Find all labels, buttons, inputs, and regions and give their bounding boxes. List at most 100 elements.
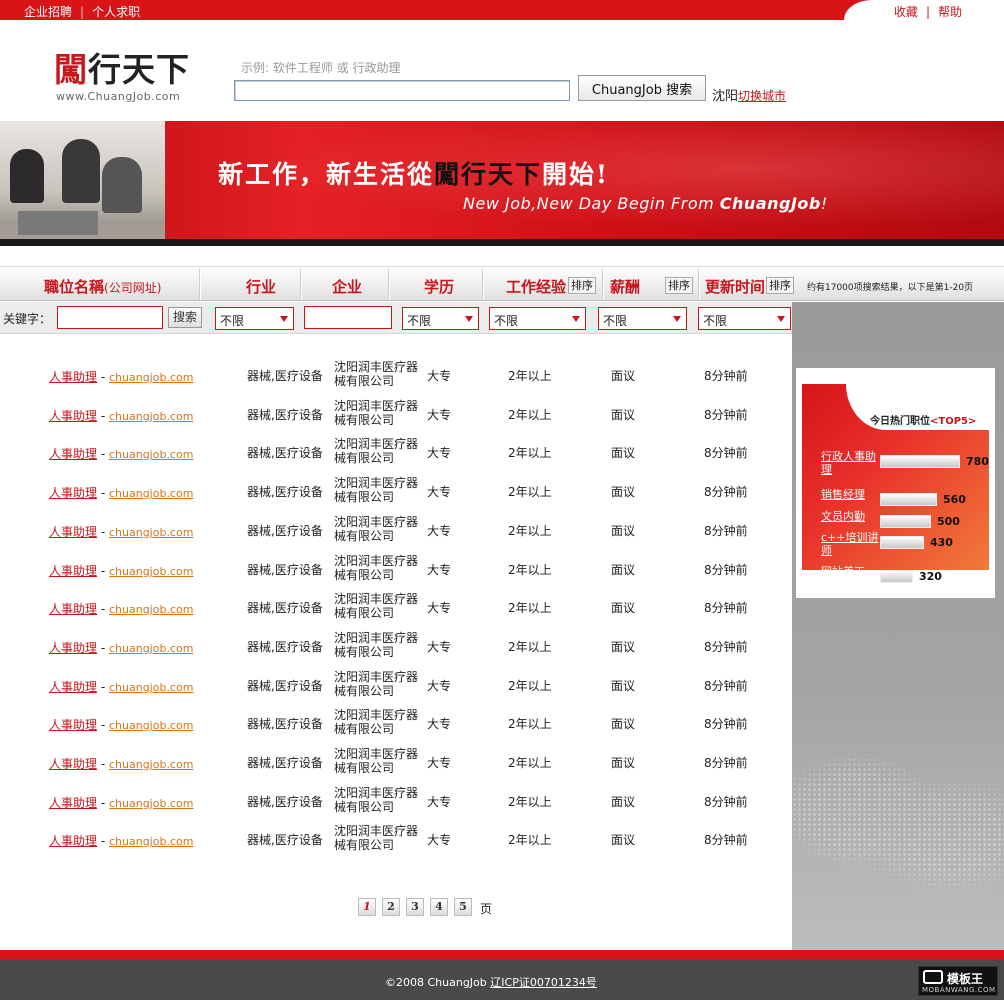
dash: - [97,524,109,539]
education-cell: 大专 [427,562,452,577]
col-title-sub: (公司网址) [104,281,162,295]
hot-job-link[interactable]: 销售经理 [821,488,879,501]
experience-cell: 2年以上 [508,369,552,383]
industry-cell: 器械,医疗设备 [247,446,323,461]
dropdown-arrow-icon [777,316,785,322]
city-name: 沈阳 [712,89,739,104]
page-1-button[interactable]: 1 [358,898,376,916]
job-row: 人事助理 - chuangjob.com 器械,医疗设备 沈阳润丰医疗器械有限公司大… [0,510,792,548]
keyword-label: 关键字： [3,312,52,326]
watermark-logo: 模板王 MOBANWANG.COM [918,966,998,996]
top-bar-left: 企业招聘 | 个人求职 [24,3,140,20]
updated-cell: 8分钟前 [704,833,748,848]
education-cell: 大专 [427,485,452,500]
job-title-link[interactable]: 人事助理 [49,680,97,694]
job-title-link[interactable]: 人事助理 [49,564,97,578]
experience-select[interactable]: 不限 [489,307,586,330]
icp-link[interactable]: 辽ICP证00701234号 [490,976,597,989]
company-site-link[interactable]: chuangjob.com [109,719,193,732]
education-cell: 大专 [427,833,452,848]
page-2-button[interactable]: 2 [382,898,400,916]
switch-city-link[interactable]: 切换城市 [738,89,786,103]
industry-cell: 器械,医疗设备 [247,794,323,809]
dash: - [97,718,109,733]
hero-banner: 新工作，新生活從闖行天下開始! New Job,New Day Begin Fr… [0,121,1004,246]
experience-cell: 2年以上 [508,601,552,616]
job-title-cell: 人事助理 - chuangjob.com [49,600,193,617]
page-4-button[interactable]: 4 [430,898,448,916]
hot-job-link[interactable]: c++培训讲师 [821,531,879,557]
col-divider [602,269,604,300]
company-site-link[interactable]: chuangjob.com [109,603,193,616]
company-site-link[interactable]: chuangjob.com [109,681,193,694]
pager-suffix: 页 [480,902,493,916]
help-link[interactable]: 帮助 [938,5,962,19]
company-input[interactable] [304,306,392,329]
hot-job-link[interactable]: 行政人事助理 [821,450,879,476]
col-title: 職位名稱(公司网址) [44,276,161,297]
job-title-link[interactable]: 人事助理 [49,602,97,616]
company-site-link[interactable]: chuangjob.com [109,835,193,848]
job-title-link[interactable]: 人事助理 [49,409,97,423]
sort-experience-button[interactable]: 排序 [568,277,596,294]
job-title-link[interactable]: 人事助理 [49,757,97,771]
keyword-input[interactable] [57,306,163,329]
top-bar: 企业招聘 | 个人求职 收藏 | 帮助 [0,0,1004,20]
personal-jobseek-link[interactable]: 个人求职 [92,5,140,19]
job-title-link[interactable]: 人事助理 [49,718,97,732]
company-site-link[interactable]: chuangjob.com [109,448,193,461]
updated-select[interactable]: 不限 [698,307,791,330]
select-value: 不限 [703,314,728,328]
job-title-link[interactable]: 人事助理 [49,525,97,539]
job-title-link[interactable]: 人事助理 [49,641,97,655]
company-site-link[interactable]: chuangjob.com [109,526,193,539]
job-title-cell: 人事助理 - chuangjob.com [49,445,193,462]
company-site-link[interactable]: chuangjob.com [109,758,193,771]
company-cell: 沈阳润丰医疗器械有限公司 [334,785,419,814]
company-site-link[interactable]: chuangjob.com [109,487,193,500]
company-site-link[interactable]: chuangjob.com [109,797,193,810]
keyword-search-button[interactable]: 搜索 [168,307,202,328]
job-row: 人事助理 - chuangjob.com 器械,医疗设备 沈阳润丰医疗器械有限公司大… [0,626,792,664]
enterprise-recruit-link[interactable]: 企业招聘 [24,5,72,19]
job-title-link[interactable]: 人事助理 [49,486,97,500]
dash: - [97,408,109,423]
job-row: 人事助理 - chuangjob.com 器械,医疗设备 沈阳润丰医疗器械有限公司大… [0,781,792,819]
job-title-link[interactable]: 人事助理 [49,834,97,848]
job-title-cell: 人事助理 - chuangjob.com [49,523,193,540]
site-logo[interactable]: 闖行天下 www.ChuangJob.com [54,50,214,106]
salary-select[interactable]: 不限 [598,307,687,330]
main-search-input[interactable] [234,80,570,101]
job-title-link[interactable]: 人事助理 [49,370,97,384]
dash: - [97,679,109,694]
experience-cell: 2年以上 [508,794,552,809]
education-select[interactable]: 不限 [402,307,479,330]
watermark-icon [923,970,943,984]
hot-job-link[interactable]: 文员内勤 [821,510,879,523]
top-bar-right: 收藏 | 帮助 [894,3,962,20]
sort-salary-button[interactable]: 排序 [665,277,693,294]
col-divider [388,269,390,300]
company-site-link[interactable]: chuangjob.com [109,642,193,655]
company-site-link[interactable]: chuangjob.com [109,410,193,423]
hot-job-bar [880,570,913,583]
company-cell: 沈阳润丰医疗器械有限公司 [334,553,419,582]
job-title-link[interactable]: 人事助理 [49,796,97,810]
current-city: 沈阳切换城市 [712,85,786,104]
banner-photo [0,121,165,239]
select-value: 不限 [494,314,519,328]
page-3-button[interactable]: 3 [406,898,424,916]
company-site-link[interactable]: chuangjob.com [109,371,193,384]
industry-select[interactable]: 不限 [215,307,294,330]
salary-cell: 面议 [611,523,636,538]
hot-jobs-panel: 今日热门职位<TOP5> 行政人事助理 780 销售经理 560 文员内勤 500 c++培… [802,384,995,583]
favorite-link[interactable]: 收藏 [894,5,918,19]
sort-updated-button[interactable]: 排序 [766,277,794,294]
main-search-button[interactable]: ChuangJob 搜索 [578,75,706,101]
dropdown-arrow-icon [280,316,288,322]
hot-job-link[interactable]: 网站美工 [821,565,879,578]
company-site-link[interactable]: chuangjob.com [109,565,193,578]
updated-cell: 8分钟前 [704,678,748,693]
page-5-button[interactable]: 5 [454,898,472,916]
job-title-link[interactable]: 人事助理 [49,447,97,461]
